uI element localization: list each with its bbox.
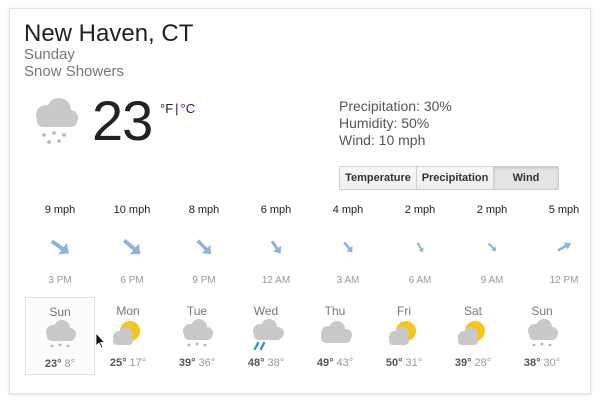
partly-sunny-icon [113,321,140,345]
wind-speed: 2 mph [476,204,508,216]
low-temp: 28° [474,357,492,369]
wind-arrow-icon [416,242,424,253]
snow-cloud-icon [46,320,76,348]
day-temps: 23° 8° [26,358,94,370]
low-temp: 43° [336,357,354,369]
daily-item[interactable]: Sun 38° 30° [508,297,576,373]
wind-speed: 4 mph [332,204,364,216]
tab-temperature[interactable]: Temperature [340,167,417,189]
high-temp: 25° [109,357,127,369]
wind-speed: 9 mph [44,204,76,216]
wind-speed: 8 mph [188,204,220,216]
low-temp: 8° [64,358,76,370]
day-temps: 39° 28° [439,357,507,369]
daily-item[interactable]: Tue 39° 36° [163,297,231,373]
current-day: Sunday [24,46,75,63]
unit-separator: | [175,101,179,116]
high-temp: 39° [454,357,472,369]
wind-speed: 5 mph [548,204,580,216]
hour-label: 3 PM [48,275,72,286]
day-name: Mon [116,304,140,318]
day-name: Sun [531,304,553,318]
cloudy-icon [321,321,352,343]
wind-arrow-icon [487,242,497,252]
day-name: Fri [397,304,411,318]
mouse-cursor-icon [96,333,106,349]
hour-label: 12 PM [549,275,579,286]
wind-arrow-icon [196,239,212,255]
wind-arrow-icon [557,242,571,252]
low-temp: 38° [267,357,285,369]
snow-cloud-icon [36,98,78,144]
location-title: New Haven, CT [24,20,194,47]
high-temp: 49° [316,357,334,369]
hour-label: 9 AM [480,275,504,286]
daily-item[interactable]: Wed 48° 38° [232,297,300,373]
day-name: Sun [49,305,71,319]
daily-item[interactable]: Thu 49° 43° [301,297,369,373]
wind-arrow-icon [50,239,70,255]
day-temps: 25° 17° [94,357,162,369]
hour-label: 3 AM [336,275,360,286]
daily-item[interactable]: Sun 23° 8° [25,297,95,375]
wind-text: Wind: 10 mph [339,132,426,148]
high-temp: 50° [385,357,403,369]
hour-label: 6 PM [120,275,144,286]
daily-item[interactable]: Sat 39° 28° [439,297,507,373]
current-temperature: 23 [92,89,153,152]
rain-cloud-icon [253,319,284,351]
partly-sunny-icon [458,321,485,345]
chart-tabs: Temperature Precipitation Wind [339,166,559,190]
low-temp: 31° [405,357,423,369]
day-temps: 50° 31° [370,357,438,369]
high-temp: 38° [523,357,541,369]
day-name: Sat [463,304,482,318]
daily-item[interactable]: Fri 50° 31° [370,297,438,373]
unit-toggle: °F | °C [160,101,195,116]
low-temp: 17° [129,357,147,369]
wind-arrow-icon [123,239,141,255]
wind-speed: 6 mph [260,204,292,216]
partly-sunny-icon [389,321,416,345]
day-temps: 39° 36° [163,357,231,369]
day-temps: 38° 30° [508,357,576,369]
precipitation-text: Precipitation: 30% [339,98,452,114]
day-name: Wed [253,304,279,318]
hour-label: 12 AM [261,275,291,286]
hourly-wind-forecast: 9 mph 3 PM 10 mph 6 PM 8 mph 9 PM 6 mph … [10,199,590,294]
humidity-text: Humidity: 50% [339,115,430,131]
day-name: Tue [186,304,208,318]
tab-wind[interactable]: Wind [494,167,558,189]
wind-arrow-icon [270,240,282,254]
hour-label: 6 AM [408,275,432,286]
weather-details: Precipitation: 30% Humidity: 50% Wind: 1… [339,98,452,149]
snow-cloud-icon [183,319,213,347]
wind-speed: 2 mph [404,204,436,216]
current-condition: Snow Showers [24,63,125,80]
day-temps: 48° 38° [232,357,300,369]
high-temp: 39° [178,357,196,369]
hour-label: 9 PM [192,275,216,286]
day-name: Thu [324,304,346,318]
high-temp: 23° [44,358,62,370]
day-temps: 49° 43° [301,357,369,369]
low-temp: 36° [198,357,216,369]
wind-arrow-icon [343,241,353,253]
low-temp: 30° [543,357,561,369]
snow-cloud-icon [528,319,558,347]
tab-precipitation[interactable]: Precipitation [417,167,494,189]
high-temp: 48° [247,357,265,369]
unit-fahrenheit[interactable]: °F [160,101,173,116]
wind-speed: 10 mph [113,204,151,216]
unit-celsius-link[interactable]: °C [181,101,196,116]
